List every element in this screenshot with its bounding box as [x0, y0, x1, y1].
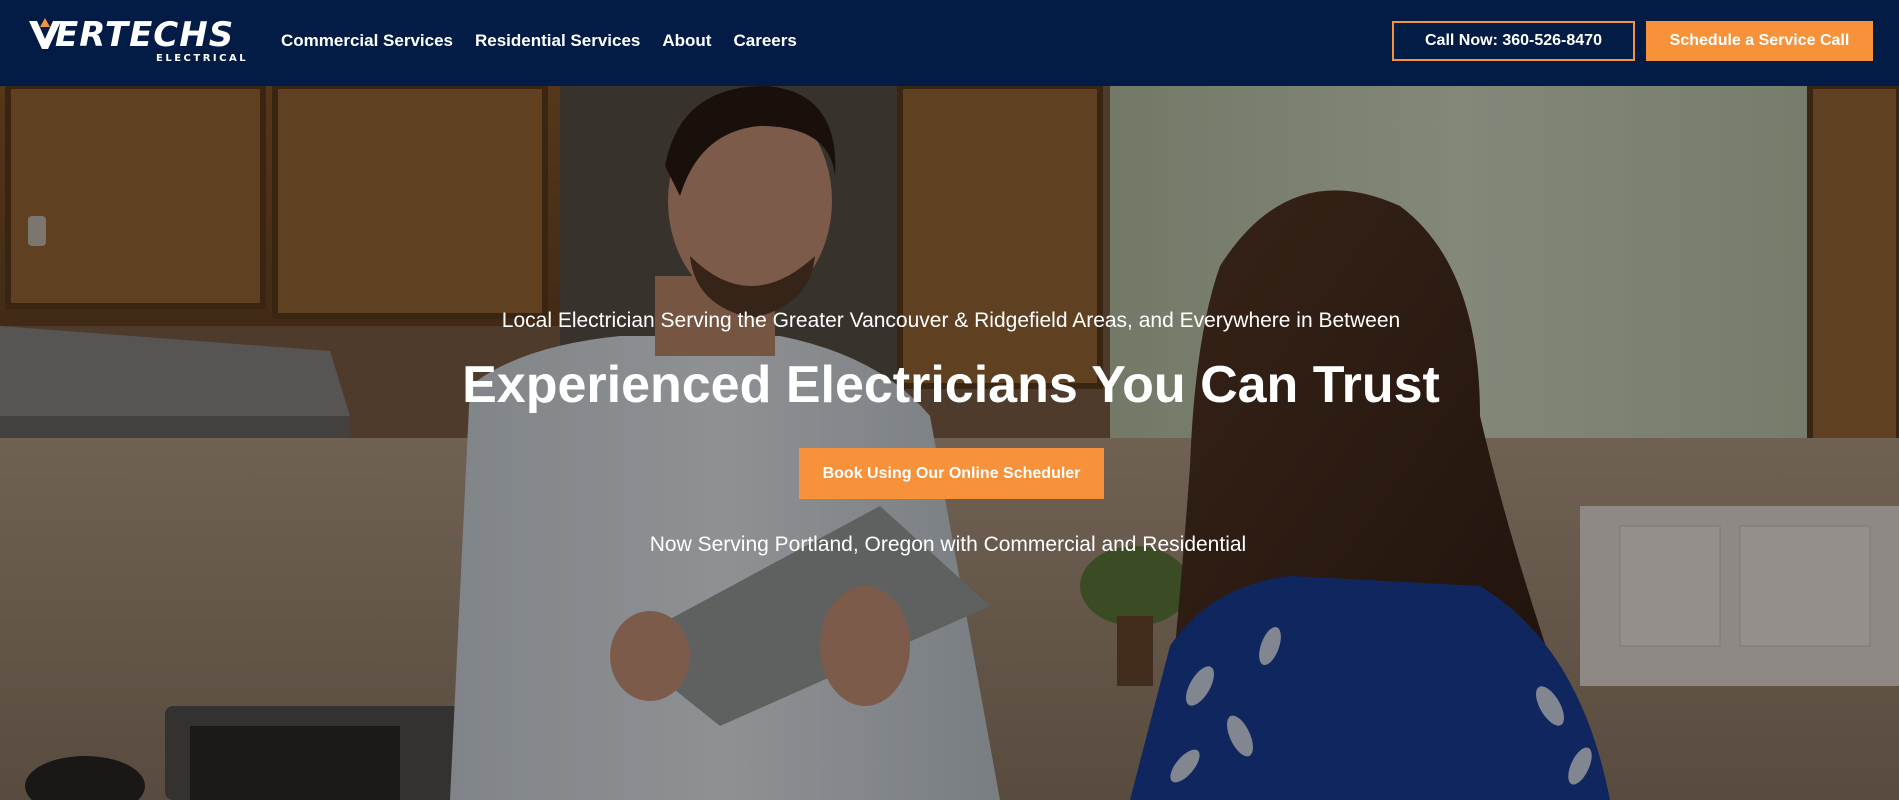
- call-now-button[interactable]: Call Now: 360-526-8470: [1392, 21, 1635, 61]
- logo-subtitle: ELECTRICAL: [156, 53, 249, 64]
- vertechs-logo[interactable]: ERTECHS ELECTRICAL: [29, 15, 246, 65]
- hero-tagline: Local Electrician Serving the Greater Va…: [501, 309, 1401, 332]
- hero-headline: Experienced Electricians You Can Trust: [462, 356, 1440, 414]
- main-nav: Commercial Services Residential Services…: [281, 30, 797, 52]
- nav-commercial-services[interactable]: Commercial Services: [281, 30, 453, 52]
- schedule-service-call-button[interactable]: Schedule a Service Call: [1646, 21, 1873, 61]
- hero-content: Local Electrician Serving the Greater Va…: [0, 86, 1899, 800]
- site-header: ERTECHS ELECTRICAL Commercial Services R…: [0, 0, 1899, 86]
- hero-section: Local Electrician Serving the Greater Va…: [0, 86, 1899, 800]
- nav-about[interactable]: About: [662, 30, 711, 52]
- nav-residential-services[interactable]: Residential Services: [475, 30, 640, 52]
- book-online-scheduler-button[interactable]: Book Using Our Online Scheduler: [799, 448, 1104, 499]
- nav-careers[interactable]: Careers: [733, 30, 796, 52]
- logo-wordmark: ERTECHS: [55, 15, 235, 55]
- hero-serving-text: Now Serving Portland, Oregon with Commer…: [649, 533, 1247, 556]
